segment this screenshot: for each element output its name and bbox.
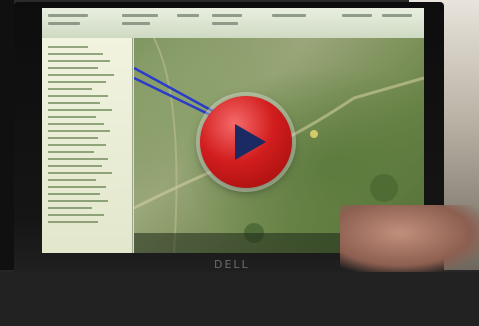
laptop-logo: DELL — [214, 258, 250, 271]
hand — [340, 205, 479, 275]
video-thumbnail[interactable]: DELL — [0, 0, 479, 326]
layer-sidebar — [42, 38, 133, 253]
play-button[interactable] — [200, 96, 292, 188]
play-icon — [235, 124, 266, 160]
bottom-band — [0, 272, 479, 326]
background-left — [0, 0, 14, 270]
app-toolbar — [42, 8, 424, 38]
